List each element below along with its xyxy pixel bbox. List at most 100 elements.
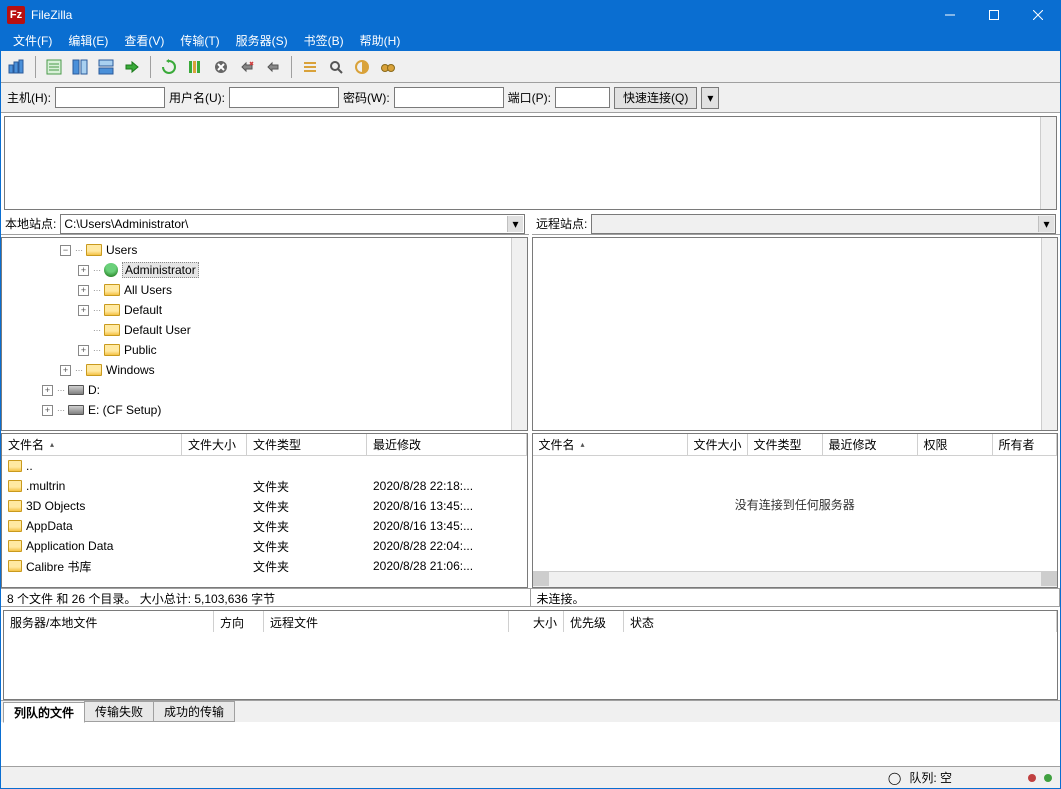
local-site-value: C:\Users\Administrator\	[64, 217, 188, 231]
file-modified: 2020/8/16 13:45:...	[367, 519, 527, 533]
col-type[interactable]: 文件类型	[748, 434, 823, 455]
cancel-icon[interactable]	[209, 55, 233, 79]
site-manager-icon[interactable]	[5, 55, 29, 79]
file-row[interactable]: Calibre 书库文件夹2020/8/28 21:06:...	[2, 556, 527, 576]
expand-icon[interactable]: +	[78, 285, 89, 296]
quickconnect-dropdown[interactable]: ▾	[701, 87, 719, 109]
compare-icon[interactable]	[350, 55, 374, 79]
expand-icon[interactable]: +	[42, 385, 53, 396]
chevron-down-icon[interactable]: ▾	[1038, 216, 1054, 232]
tree-node[interactable]: ⋯Default User	[6, 320, 523, 340]
col-name[interactable]: 文件名▴	[533, 434, 688, 455]
quickconnect-button[interactable]: 快速连接(Q)	[614, 87, 697, 109]
password-input[interactable]	[394, 87, 504, 108]
minimize-button[interactable]	[928, 1, 972, 29]
menu-server[interactable]: 服务器(S)	[228, 30, 296, 51]
col-name[interactable]: 文件名▴	[2, 434, 182, 455]
expand-icon[interactable]: +	[42, 405, 53, 416]
col-direction[interactable]: 方向	[214, 611, 264, 632]
message-log[interactable]	[4, 116, 1057, 210]
queue-list[interactable]	[3, 632, 1058, 700]
file-row[interactable]: AppData文件夹2020/8/16 13:45:...	[2, 516, 527, 536]
menu-help[interactable]: 帮助(H)	[352, 30, 409, 51]
binoculars-icon[interactable]	[376, 55, 400, 79]
password-label: 密码(W):	[343, 89, 390, 106]
close-button[interactable]	[1016, 1, 1060, 29]
folder-icon	[8, 520, 22, 532]
file-row[interactable]: .multrin文件夹2020/8/28 22:18:...	[2, 476, 527, 496]
filter-icon[interactable]	[298, 55, 322, 79]
col-type[interactable]: 文件类型	[247, 434, 367, 455]
menu-view[interactable]: 查看(V)	[116, 30, 172, 51]
port-input[interactable]	[555, 87, 610, 108]
folder-icon	[86, 244, 102, 256]
tree-node[interactable]: +⋯Administrator	[6, 260, 523, 280]
tree-node[interactable]: −⋯Users	[6, 240, 523, 260]
tree-node[interactable]: +⋯Public	[6, 340, 523, 360]
col-modified[interactable]: 最近修改	[823, 434, 918, 455]
tree-node[interactable]: +⋯E: (CF Setup)	[6, 400, 523, 420]
search-icon[interactable]	[324, 55, 348, 79]
file-row[interactable]: 3D Objects文件夹2020/8/16 13:45:...	[2, 496, 527, 516]
menu-transfer[interactable]: 传输(T)	[172, 30, 227, 51]
log-scrollbar[interactable]	[1040, 117, 1056, 209]
tree-node-label: Default User	[124, 323, 191, 337]
tree-node[interactable]: +⋯Windows	[6, 360, 523, 380]
tree-scrollbar[interactable]	[511, 238, 527, 430]
menu-file[interactable]: 文件(F)	[5, 30, 60, 51]
expand-icon[interactable]: +	[78, 305, 89, 316]
expand-icon[interactable]: +	[78, 265, 89, 276]
disconnect-icon[interactable]	[235, 55, 259, 79]
col-size[interactable]: 大小	[509, 611, 564, 632]
file-row[interactable]: ..	[2, 456, 527, 476]
file-name: Calibre 书库	[26, 558, 91, 575]
col-status[interactable]: 状态	[624, 611, 1057, 632]
col-size[interactable]: 文件大小	[688, 434, 748, 455]
local-site-combo[interactable]: C:\Users\Administrator\ ▾	[60, 214, 525, 234]
toggle-tree-icon[interactable]	[68, 55, 92, 79]
tree-node[interactable]: +⋯All Users	[6, 280, 523, 300]
tab-queued-files[interactable]: 列队的文件	[3, 702, 85, 723]
tab-failed-transfers[interactable]: 传输失败	[84, 701, 154, 722]
username-input[interactable]	[229, 87, 339, 108]
folder-icon	[8, 560, 22, 572]
remote-site-combo[interactable]: ▾	[591, 214, 1056, 234]
chevron-down-icon[interactable]: ▾	[507, 216, 523, 232]
host-input[interactable]	[55, 87, 165, 108]
maximize-button[interactable]	[972, 1, 1016, 29]
app-icon: Fz	[7, 6, 25, 24]
col-size[interactable]: 文件大小	[182, 434, 247, 455]
reconnect-icon[interactable]	[261, 55, 285, 79]
remote-tree[interactable]	[532, 237, 1059, 431]
queue-pane: 服务器/本地文件 方向 远程文件 大小 优先级 状态	[1, 606, 1060, 700]
toggle-queue-icon[interactable]	[94, 55, 118, 79]
tree-scrollbar[interactable]	[1041, 238, 1057, 430]
menu-edit[interactable]: 编辑(E)	[60, 30, 116, 51]
sync-browse-icon[interactable]	[120, 55, 144, 79]
col-modified[interactable]: 最近修改	[367, 434, 527, 455]
file-type: 文件夹	[247, 518, 367, 535]
tree-node[interactable]: +⋯D:	[6, 380, 523, 400]
file-row[interactable]: Application Data文件夹2020/8/28 22:04:...	[2, 536, 527, 556]
expand-icon[interactable]: +	[78, 345, 89, 356]
remote-h-scrollbar[interactable]	[533, 571, 1058, 587]
col-owner[interactable]: 所有者	[993, 434, 1058, 455]
refresh-icon[interactable]	[157, 55, 181, 79]
remote-file-list[interactable]: 文件名▴ 文件大小 文件类型 最近修改 权限 所有者 没有连接到任何服务器	[532, 433, 1059, 588]
local-tree[interactable]: −⋯Users+⋯Administrator+⋯All Users+⋯Defau…	[1, 237, 528, 431]
col-remote[interactable]: 远程文件	[264, 611, 509, 632]
col-perm[interactable]: 权限	[918, 434, 993, 455]
col-server[interactable]: 服务器/本地文件	[4, 611, 214, 632]
process-queue-icon[interactable]	[183, 55, 207, 79]
toggle-log-icon[interactable]	[42, 55, 66, 79]
expand-icon[interactable]: +	[60, 365, 71, 376]
username-label: 用户名(U):	[169, 89, 225, 106]
tree-node[interactable]: +⋯Default	[6, 300, 523, 320]
local-file-list[interactable]: 文件名▴ 文件大小 文件类型 最近修改 ...multrin文件夹2020/8/…	[1, 433, 528, 588]
tab-successful-transfers[interactable]: 成功的传输	[153, 701, 235, 722]
tree-node-label: Users	[106, 243, 137, 257]
expand-icon[interactable]	[78, 325, 89, 336]
col-priority[interactable]: 优先级	[564, 611, 624, 632]
collapse-icon[interactable]: −	[60, 245, 71, 256]
menu-bookmarks[interactable]: 书签(B)	[296, 30, 352, 51]
